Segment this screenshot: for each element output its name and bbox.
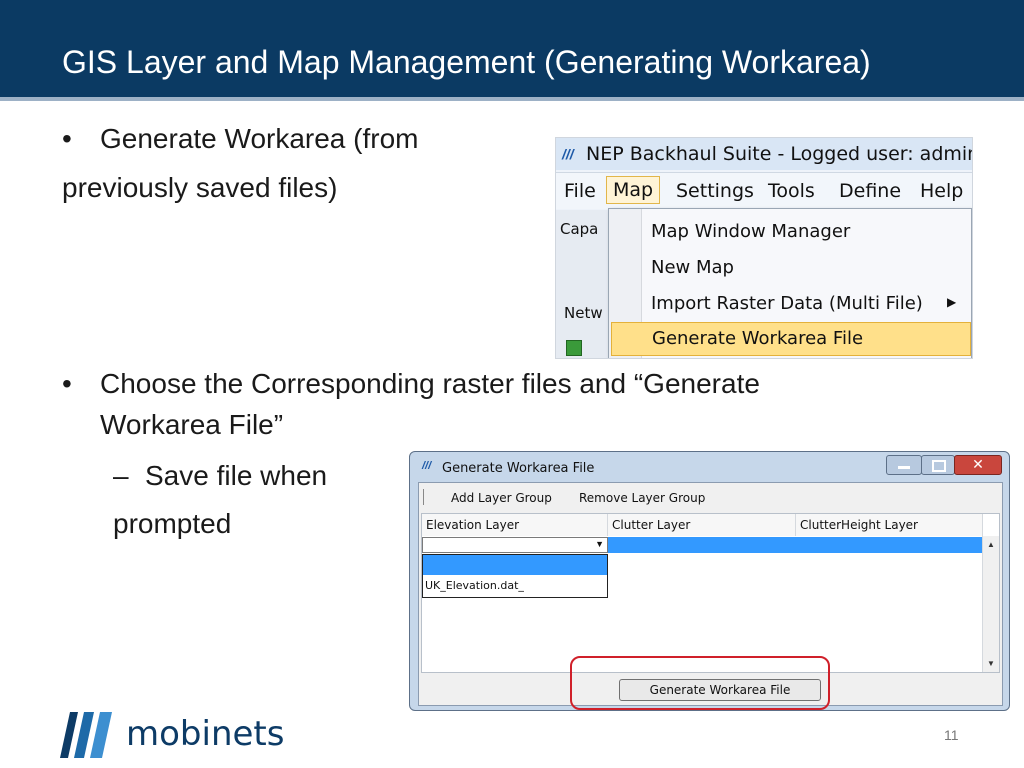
column-clutter-layer: Clutter Layer [608, 514, 796, 536]
menu-item-new-map[interactable]: New Map [651, 257, 734, 278]
app-menubar: File Map Settings Tools Define Help [556, 172, 972, 209]
app-window-title: NEP Backhaul Suite - Logged user: admin [586, 143, 973, 165]
column-clutterheight-layer: ClutterHeight Layer [796, 514, 983, 536]
company-logo: mobinets [56, 706, 284, 762]
minimize-button[interactable] [886, 455, 922, 475]
bullet-2-line-1: Choose the Corresponding raster files an… [100, 368, 760, 399]
logo-wordmark: mobinets [126, 714, 285, 754]
menu-screenshot: /// NEP Backhaul Suite - Logged user: ad… [555, 137, 973, 359]
close-icon: ✕ [972, 457, 984, 473]
menu-settings[interactable]: Settings [676, 180, 754, 202]
toolbar-grip [423, 489, 424, 505]
elevation-dropdown-list: UK_Elevation.dat_ [422, 554, 608, 598]
maximize-icon [932, 460, 946, 472]
slide-header: GIS Layer and Map Management (Generating… [0, 0, 1024, 101]
sub-bullet-line-1: Save file when [145, 460, 328, 491]
mobinets-logo-icon [60, 712, 112, 758]
layer-grid: Elevation Layer Clutter Layer ClutterHei… [421, 513, 1000, 673]
callout-highlight [570, 656, 830, 710]
map-dropdown-menu: Map Window Manager New Map Import Raster… [608, 208, 972, 358]
slide-title: GIS Layer and Map Management (Generating… [62, 44, 871, 80]
scroll-down-icon: ▼ [987, 659, 995, 668]
toolbar-fragment-capa: Capa [560, 220, 599, 238]
remove-layer-group-button[interactable]: Remove Layer Group [579, 491, 705, 505]
sub-bullet-dash: – [113, 460, 129, 491]
chevron-down-icon: ▼ [595, 539, 604, 549]
sub-bullet-line-2: prompted [113, 508, 232, 539]
bullet-marker-2: • [62, 368, 72, 399]
close-button[interactable]: ✕ [954, 455, 1002, 475]
add-layer-group-button[interactable]: Add Layer Group [451, 491, 552, 505]
menu-help[interactable]: Help [920, 180, 963, 202]
menu-item-import-raster[interactable]: Import Raster Data (Multi File) [651, 293, 923, 314]
dialog-title: Generate Workarea File [442, 461, 595, 476]
menu-map[interactable]: Map [606, 176, 661, 204]
grid-scrollbar[interactable]: ▲ ▼ [982, 536, 999, 672]
refresh-icon [566, 340, 582, 356]
bullet-marker-1: • [62, 123, 72, 154]
tab-fragment-netw: Netw [564, 304, 603, 322]
menu-item-generate-workarea[interactable]: Generate Workarea File [611, 322, 971, 356]
bullet-1-line-1: Generate Workarea (from [100, 123, 419, 154]
menu-item-map-window-manager[interactable]: Map Window Manager [651, 221, 850, 242]
scroll-up-icon: ▲ [987, 540, 995, 549]
menu-define[interactable]: Define [839, 180, 901, 202]
app-titlebar: /// NEP Backhaul Suite - Logged user: ad… [556, 138, 972, 170]
dropdown-option-empty[interactable] [423, 555, 607, 575]
app-background-fragment: Capa Netw [556, 210, 608, 358]
dropdown-option-uk-elevation[interactable]: UK_Elevation.dat_ [425, 579, 524, 592]
menu-file[interactable]: File [564, 180, 596, 202]
column-elevation-layer: Elevation Layer [422, 514, 608, 536]
minimize-icon [898, 466, 910, 469]
menu-tools[interactable]: Tools [768, 180, 815, 202]
dialog-logo-icon: /// [422, 460, 432, 472]
table-row[interactable]: ▼ [422, 537, 983, 553]
app-logo-icon: /// [562, 146, 574, 162]
page-number: 11 [944, 727, 959, 743]
elevation-combobox[interactable]: ▼ [422, 537, 608, 553]
bullet-2-line-2: Workarea File” [100, 409, 284, 440]
maximize-button[interactable] [921, 455, 955, 475]
bullet-1-line-2: previously saved files) [62, 172, 338, 203]
submenu-arrow-icon: ▶ [947, 295, 957, 309]
